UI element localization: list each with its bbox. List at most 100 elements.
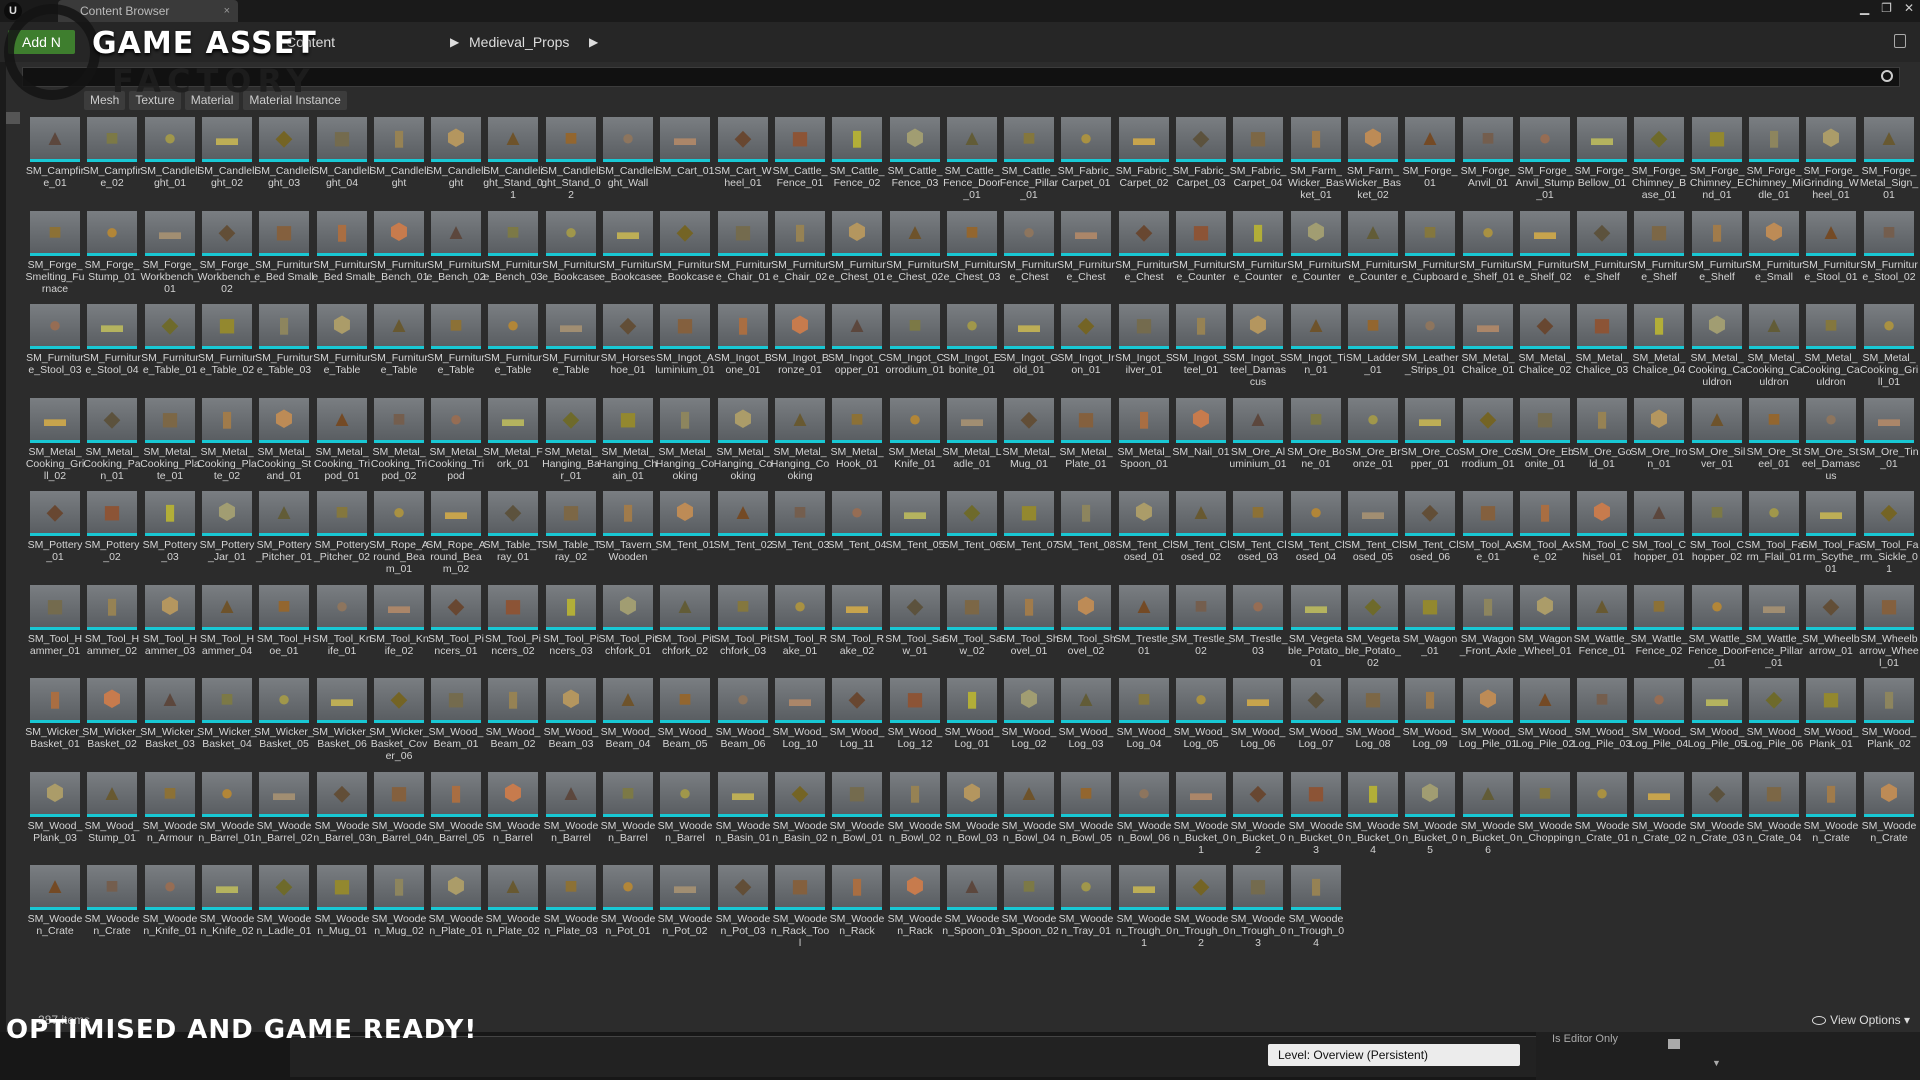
asset-tile[interactable]: ⬢ SM_Ingot_Steel_Damascus bbox=[1229, 304, 1287, 392]
asset-tile[interactable]: ▬ SM_Metal_Fork_01 bbox=[483, 398, 543, 486]
asset-tile[interactable]: ● SM_Wood_Log_05 bbox=[1174, 678, 1228, 766]
asset-tile[interactable]: ⬢ SM_Tool_Shovel_02 bbox=[1056, 585, 1116, 673]
asset-tile[interactable]: ▬ SM_Wooden_Crate_02 bbox=[1632, 772, 1686, 860]
asset-tile[interactable]: ■ SM_Metal_Cooking_Cauldron bbox=[1802, 304, 1860, 392]
asset-tile[interactable]: ◆ SM_Tent_06 bbox=[943, 491, 1001, 579]
asset-tile[interactable]: ● SM_Wooden_Barrel_01 bbox=[198, 772, 256, 860]
asset-tile[interactable]: ◼ SM_Furniture_Chair_01 bbox=[714, 211, 772, 299]
asset-tile[interactable]: ▲ SM_Wattle_Fence_01 bbox=[1574, 585, 1630, 673]
breadcrumb-separator-icon[interactable]: ▶ bbox=[450, 30, 459, 54]
asset-tile[interactable]: ▲ SM_Cattle_Fence_Door_01 bbox=[943, 117, 1001, 205]
asset-tile[interactable]: ▮ SM_Cattle_Fence_02 bbox=[830, 117, 884, 205]
asset-tile[interactable]: ● SM_Candlelight_Wall bbox=[598, 117, 658, 205]
asset-tile[interactable]: ⬢ SM_Forge_Grinding_Wheel_01 bbox=[1803, 117, 1859, 205]
asset-tile[interactable]: ⬢ SM_Metal_Hanging_Cooking bbox=[714, 398, 772, 486]
asset-tile[interactable]: ▬ SM_Furniture_Bookcase bbox=[599, 211, 657, 299]
asset-tile[interactable]: ▬ SM_Wicker_Basket_06 bbox=[312, 678, 372, 766]
asset-tile[interactable]: ◆ SM_Fabric_Carpet_03 bbox=[1173, 117, 1229, 205]
asset-tile[interactable]: ▲ SM_Wooden_Crate bbox=[28, 865, 82, 953]
asset-tile[interactable]: ▮ SM_Tool_Axe_02 bbox=[1516, 491, 1574, 579]
asset-tile[interactable]: ◼ SM_Ore_Ebonite_01 bbox=[1516, 398, 1574, 486]
asset-tile[interactable]: ⬢ SM_Wicker_Basket_02 bbox=[82, 678, 142, 766]
asset-tile[interactable]: ▲ SM_Wooden_Bucket_06 bbox=[1460, 772, 1516, 860]
asset-tile[interactable]: ▮ SM_Wooden_Rack bbox=[830, 865, 884, 953]
asset-tile[interactable]: ◆ SM_Wood_Log_07 bbox=[1289, 678, 1343, 766]
asset-tile[interactable]: ⬢ SM_Furniture_Chest_01 bbox=[828, 211, 886, 299]
asset-tile[interactable]: ⬢ SM_Tool_Hammer_03 bbox=[143, 585, 197, 673]
asset-tile[interactable]: ◼ SM_Tool_Axe_01 bbox=[1459, 491, 1517, 579]
asset-tile[interactable]: ● SM_Wooden_Crate_01 bbox=[1575, 772, 1629, 860]
asset-tile[interactable]: ● SM_Forge_Anvil_Stump_01 bbox=[1516, 117, 1574, 205]
asset-tile[interactable]: ■ SM_Tool_Hoe_01 bbox=[257, 585, 311, 673]
asset-tile[interactable]: ▬ SM_Wattle_Fence_Pillar_01 bbox=[1745, 585, 1803, 673]
asset-tile[interactable]: ◼ SM_Ingot_Silver_01 bbox=[1115, 304, 1173, 392]
asset-tile[interactable]: ⬢ SM_Wooden_Rack bbox=[888, 865, 942, 953]
asset-tile[interactable]: ◆ SM_Ingot_Iron_01 bbox=[1057, 304, 1115, 392]
asset-tile[interactable]: ▲ SM_Wooden_Plate_02 bbox=[486, 865, 540, 953]
asset-tile[interactable]: ■ SM_Ladder_01 bbox=[1346, 304, 1400, 392]
asset-tile[interactable]: ● SM_Wicker_Basket_05 bbox=[254, 678, 314, 766]
asset-tile[interactable]: ◆ SM_Furniture_Table_01 bbox=[141, 304, 199, 392]
asset-tile[interactable]: ◆ SM_Ore_Corrodium_01 bbox=[1459, 398, 1517, 486]
asset-tile[interactable]: ◼ SM_Wood_Beam_01 bbox=[429, 678, 483, 766]
search-icon[interactable] bbox=[1881, 70, 1893, 82]
asset-tile[interactable]: ▬ SM_Candlelight_02 bbox=[197, 117, 257, 205]
asset-tile[interactable]: ■ SM_Forge_Anvil_01 bbox=[1461, 117, 1515, 205]
asset-tile[interactable]: ▲ SM_Pottery_Pitcher_01 bbox=[256, 491, 312, 579]
asset-tile[interactable]: ▲ SM_Tool_Hammer_04 bbox=[200, 585, 254, 673]
asset-tile[interactable]: ▮ SM_Metal_Spoon_01 bbox=[1117, 398, 1171, 486]
asset-tile[interactable]: ■ SM_Campfire_02 bbox=[83, 117, 141, 205]
asset-tile[interactable]: ▮ SM_Furniture_Chair_02 bbox=[771, 211, 829, 299]
asset-tile[interactable]: ⬢ SM_Wooden_Bowl_03 bbox=[945, 772, 999, 860]
asset-tile[interactable]: ▮ SM_Wooden_Trough_04 bbox=[1288, 865, 1344, 953]
asset-tile[interactable]: ▬ SM_Ore_Tin_01 bbox=[1859, 398, 1919, 486]
asset-tile[interactable]: ◼ SM_Fabric_Carpet_04 bbox=[1230, 117, 1286, 205]
asset-tile[interactable]: ● SM_Leather_Strips_01 bbox=[1401, 304, 1459, 392]
breadcrumb-medieval-props[interactable]: Medieval_Props bbox=[469, 30, 569, 54]
asset-tile[interactable]: ■ SM_Wooden_Barrel bbox=[601, 772, 655, 860]
asset-tile[interactable]: ▬ SM_Furniture_Shelf_02 bbox=[1516, 211, 1574, 299]
asset-tile[interactable]: ■ SM_Metal_Hook_01 bbox=[830, 398, 884, 486]
asset-tile[interactable]: ▲ SM_Furniture_Chest_02 bbox=[886, 211, 944, 299]
asset-tile[interactable]: ▮ SM_Candlelight bbox=[369, 117, 429, 205]
asset-tile[interactable]: ◼ SM_Wooden_Rack_Tool bbox=[771, 865, 829, 953]
asset-tile[interactable]: ■ SM_Wood_Beam_05 bbox=[658, 678, 712, 766]
asset-tile[interactable]: ■ SM_Tool_Chopper_02 bbox=[1690, 491, 1744, 579]
asset-tile[interactable]: ▲ SM_Wooden_Bowl_04 bbox=[1002, 772, 1056, 860]
asset-tile[interactable]: ▮ SM_Wooden_Bucket_04 bbox=[1345, 772, 1401, 860]
lock-icon[interactable] bbox=[1894, 34, 1906, 48]
asset-tile[interactable]: ■ SM_Furniture_Stool_02 bbox=[1860, 211, 1918, 299]
asset-tile[interactable]: ◼ SM_Wood_Log_08 bbox=[1346, 678, 1400, 766]
asset-tile[interactable]: ▲ SM_Tent_02 bbox=[714, 491, 772, 579]
asset-tile[interactable]: ■ SM_Wooden_Spoon_02 bbox=[999, 865, 1059, 953]
asset-tile[interactable]: ● SM_Wooden_Tray_01 bbox=[1059, 865, 1113, 953]
asset-tile[interactable]: ◼ SM_Table_Tray_02 bbox=[542, 491, 600, 579]
asset-tile[interactable]: ▲ SM_Forge_01 bbox=[1403, 117, 1457, 205]
asset-tile[interactable]: ◼ SM_Wood_Log_12 bbox=[888, 678, 942, 766]
asset-tile[interactable]: ▮ SM_Metal_Hanging_Cooking bbox=[656, 398, 714, 486]
asset-tile[interactable]: ● SM_Wooden_Barrel bbox=[658, 772, 712, 860]
asset-tile[interactable]: ◼ SM_Wagon_01 bbox=[1403, 585, 1457, 673]
asset-tile[interactable]: ⬢ SM_Wooden_Plate_01 bbox=[429, 865, 483, 953]
maximize-icon[interactable]: ❐ bbox=[1881, 1, 1892, 15]
asset-tile[interactable]: ■ SM_Ingot_Corrodium_01 bbox=[886, 304, 944, 392]
asset-tile[interactable]: ● SM_Candlelight_01 bbox=[140, 117, 200, 205]
asset-tile[interactable]: ■ SM_Wooden_Chopping bbox=[1517, 772, 1573, 860]
asset-tile[interactable]: ▬ SM_Wooden_Pot_02 bbox=[658, 865, 712, 953]
asset-tile[interactable]: ◆ SM_Wooden_Basin_02 bbox=[772, 772, 828, 860]
asset-tile[interactable]: ▬ SM_Tool_Farm_Scythe_01 bbox=[1802, 491, 1860, 579]
asset-tile[interactable]: ◼ SM_Tent_07 bbox=[1000, 491, 1058, 579]
asset-tile[interactable]: ▲ SM_Wooden_Barrel bbox=[544, 772, 598, 860]
asset-tile[interactable]: ◆ SM_Tent_Closed_06 bbox=[1401, 491, 1459, 579]
asset-tile[interactable]: ◆ SM_Horseshoe_01 bbox=[601, 304, 655, 392]
asset-tile[interactable]: ■ SM_Wood_Log_04 bbox=[1117, 678, 1171, 766]
asset-tile[interactable]: ◆ SM_Wooden_Crate_03 bbox=[1690, 772, 1744, 860]
asset-tile[interactable]: ◼ SM_Cattle_Fence_01 bbox=[773, 117, 827, 205]
asset-tile[interactable]: ⬢ SM_Wooden_Bucket_05 bbox=[1402, 772, 1458, 860]
asset-tile[interactable]: ▲ SM_Furniture_Counter bbox=[1344, 211, 1402, 299]
asset-tile[interactable]: ▬ SM_Wooden_Trough_01 bbox=[1116, 865, 1172, 953]
asset-tile[interactable]: ▮ SM_Furniture_Shelf bbox=[1688, 211, 1746, 299]
asset-tile[interactable]: ◆ SM_Candlelight_03 bbox=[254, 117, 314, 205]
asset-tile[interactable]: ◼ SM_Wooden_Barrel_04 bbox=[370, 772, 428, 860]
asset-tile[interactable]: ◼ SM_Furniture_Counter bbox=[1172, 211, 1230, 299]
